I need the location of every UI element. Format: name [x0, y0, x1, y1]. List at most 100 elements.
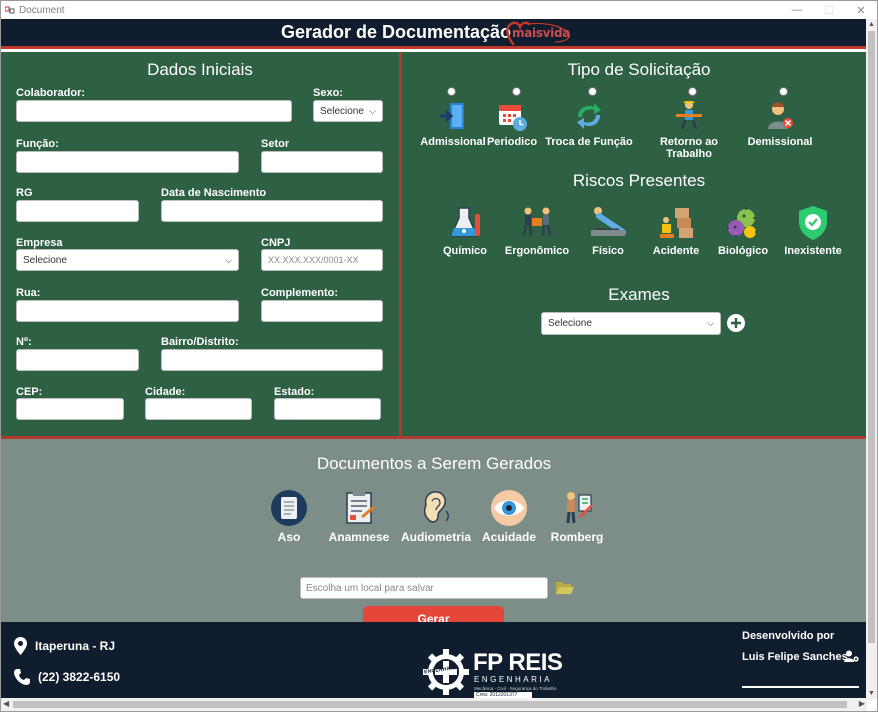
- cidade-label: Cidade:: [145, 386, 186, 398]
- cep-input[interactable]: [16, 398, 124, 420]
- window-title: Document: [19, 4, 65, 16]
- add-exame-button[interactable]: [727, 314, 745, 332]
- setor-input[interactable]: [261, 151, 383, 173]
- risco-fisico-label: Físico: [592, 245, 624, 257]
- dev-underline: [742, 686, 859, 688]
- risco-acidente[interactable]: Acidente: [644, 204, 708, 257]
- colaborador-input[interactable]: [16, 100, 292, 122]
- bairro-label: Bairro/Distrito:: [161, 336, 239, 348]
- rg-input[interactable]: [16, 200, 139, 222]
- doc-audiometria-label: Audiometria: [401, 530, 472, 544]
- horizontal-scrollbar[interactable]: ◀ ▶: [1, 698, 867, 711]
- colaborador-label: Colaborador:: [16, 87, 86, 99]
- numero-input[interactable]: [16, 349, 139, 371]
- risco-biologico[interactable]: Biológico: [710, 204, 776, 257]
- exames-select[interactable]: Selecione ⌵: [541, 312, 721, 335]
- tipo-retorno-trabalho[interactable]: Retorno ao Trabalho: [636, 99, 742, 160]
- chevron-down-icon: ⌵: [707, 318, 714, 328]
- ear-icon: [423, 491, 449, 523]
- numero-label: Nº:: [16, 336, 32, 348]
- risco-quimico[interactable]: Químico: [432, 204, 498, 257]
- scroll-down-icon[interactable]: ▼: [868, 690, 875, 697]
- plus-circle-icon: [727, 314, 745, 332]
- maisvida-logo: maisvida: [505, 20, 575, 48]
- door-enter-icon: [440, 103, 464, 129]
- header: Gerador de Documentação maisvida: [1, 19, 867, 49]
- estado-input[interactable]: [274, 398, 381, 420]
- radio-demissional[interactable]: [779, 87, 788, 96]
- rg-label: RG: [16, 187, 33, 199]
- swap-arrows-icon: [577, 103, 601, 129]
- nascimento-input[interactable]: [161, 200, 383, 222]
- minimize-button[interactable]: —: [781, 1, 813, 19]
- location-pin-icon: [14, 637, 27, 655]
- risco-acidente-label: Acidente: [652, 245, 700, 257]
- sexo-label: Sexo:: [313, 87, 343, 99]
- scroll-up-icon[interactable]: ▲: [868, 21, 875, 28]
- tipo-periodico-label: Periodico: [486, 136, 538, 148]
- empresa-select[interactable]: Selecione ⌵: [16, 249, 239, 271]
- horizontal-scroll-thumb[interactable]: [13, 701, 847, 708]
- radio-periodico[interactable]: [512, 87, 521, 96]
- risco-fisico[interactable]: Físico: [577, 204, 639, 257]
- vertical-scrollbar[interactable]: ▲ ▼: [866, 19, 877, 699]
- doc-romberg[interactable]: Romberg: [548, 489, 606, 544]
- clipboard-form-icon: [346, 491, 375, 524]
- balance-test-icon: [566, 492, 593, 524]
- cnpj-input[interactable]: XX.XXX.XXX/0001-XX: [261, 249, 383, 271]
- scroll-left-icon[interactable]: ◀: [3, 699, 9, 708]
- app-icon: [4, 6, 15, 14]
- risco-inexistente[interactable]: Inexistente: [778, 204, 848, 257]
- doc-acuidade[interactable]: Acuidade: [481, 489, 537, 544]
- risco-ergonomico-label: Ergonômico: [504, 245, 570, 257]
- rua-input[interactable]: [16, 300, 239, 322]
- estado-label: Estado:: [274, 386, 315, 398]
- company-name: FP REIS: [473, 649, 563, 676]
- company-sub: ENGENHARIA: [474, 675, 552, 684]
- page-title: Gerador de Documentação: [280, 22, 512, 42]
- chevron-down-icon: ⌵: [369, 105, 376, 116]
- tipo-demissional[interactable]: Demissional: [738, 99, 822, 148]
- calendar-clock-icon: [499, 105, 527, 131]
- riscos-title: Riscos Presentes: [572, 171, 706, 190]
- tipo-periodico[interactable]: Periodico: [482, 99, 542, 148]
- chevron-down-icon: ⌵: [225, 254, 232, 265]
- close-button[interactable]: ✕: [845, 1, 877, 19]
- bairro-input[interactable]: [161, 349, 383, 371]
- scroll-right-icon[interactable]: ▶: [859, 699, 865, 708]
- radio-troca-funcao[interactable]: [588, 87, 597, 96]
- footer: Itaperuna - RJ (22) 3822-6150 ENGENHARIA…: [1, 622, 867, 699]
- cidade-input[interactable]: [145, 398, 252, 420]
- tipo-troca-funcao[interactable]: Troca de Função: [542, 99, 636, 148]
- risco-inexistente-label: Inexistente: [784, 245, 842, 257]
- sexo-select[interactable]: Selecione ⌵: [313, 100, 383, 122]
- doc-audiometria[interactable]: Audiometria: [401, 489, 472, 544]
- physical-exercise-icon: [591, 207, 626, 236]
- save-location-input[interactable]: Escolha um local para salvar: [300, 577, 548, 599]
- app-window: Document — ☐ ✕ Gerador de Documentação m…: [0, 0, 878, 712]
- tipo-troca-funcao-label: Troca de Função: [545, 136, 633, 148]
- cep-label: CEP:: [16, 386, 43, 398]
- complemento-label: Complemento:: [261, 287, 338, 299]
- maximize-button[interactable]: ☐: [813, 1, 845, 19]
- doc-aso[interactable]: Aso: [266, 489, 312, 544]
- dados-iniciais-title: Dados Iniciais: [147, 60, 253, 79]
- doc-anamnese[interactable]: Anamnese: [327, 489, 391, 544]
- solicitacao-panel: Tipo de Solicitação Admissional Periodic…: [402, 52, 867, 436]
- cnpj-placeholder: XX.XXX.XXX/0001-XX: [268, 255, 359, 265]
- tipo-retorno-trabalho-label: Retorno ao Trabalho: [659, 136, 719, 160]
- risco-ergonomico[interactable]: Ergonômico: [502, 204, 572, 257]
- accident-boxes-icon: [660, 208, 693, 238]
- radio-admissional[interactable]: [447, 87, 456, 96]
- funcao-input[interactable]: [16, 151, 239, 173]
- complemento-input[interactable]: [261, 300, 383, 322]
- window-controls: — ☐ ✕: [781, 1, 877, 19]
- documentos-title: Documentos a Serem Gerados: [316, 454, 552, 473]
- nascimento-label: Data de Nascimento: [161, 187, 267, 199]
- tipo-demissional-label: Demissional: [747, 136, 813, 148]
- doc-aso-label: Aso: [277, 530, 301, 544]
- vertical-scroll-thumb[interactable]: [868, 31, 875, 643]
- cnpj-label: CNPJ: [261, 237, 291, 249]
- radio-retorno-trabalho[interactable]: [688, 87, 697, 96]
- browse-folder-button[interactable]: [555, 580, 575, 596]
